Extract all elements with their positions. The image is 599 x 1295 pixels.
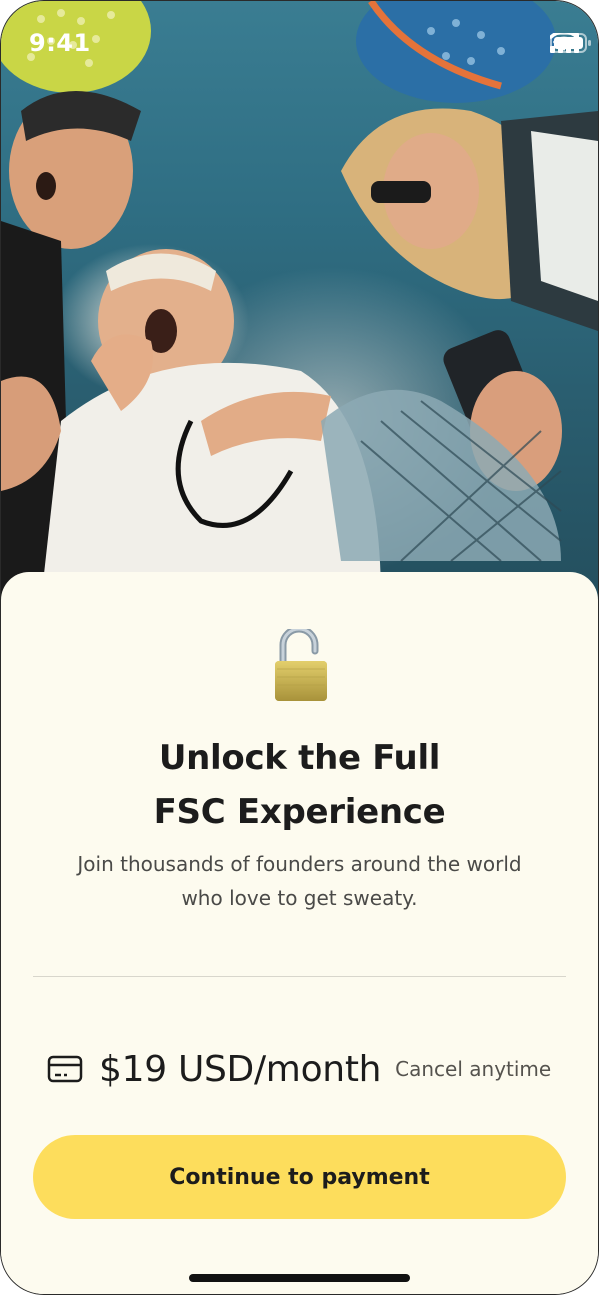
status-time: 9:41 bbox=[29, 29, 91, 57]
status-bar: 9:41 bbox=[1, 1, 598, 87]
hero-photo: 9:41 bbox=[1, 1, 598, 601]
unlocked-padlock-icon bbox=[271, 625, 331, 703]
continue-to-payment-button[interactable]: Continue to payment bbox=[33, 1135, 566, 1219]
paywall-title: Unlock the Full FSC Experience bbox=[1, 731, 598, 839]
title-line-1: Unlock the Full bbox=[158, 738, 441, 778]
price-label: $19 USD/month bbox=[99, 1048, 382, 1090]
home-indicator[interactable] bbox=[189, 1274, 410, 1282]
subtitle-line-2: who love to get sweaty. bbox=[181, 886, 418, 910]
divider bbox=[33, 976, 566, 977]
title-line-2: FSC Experience bbox=[153, 792, 446, 832]
subtitle-line-1: Join thousands of founders around the wo… bbox=[77, 852, 522, 876]
credit-card-icon bbox=[47, 1054, 83, 1084]
phone-frame: 9:41 Unlock the Full FSC Experience Join… bbox=[0, 0, 599, 1295]
price-row: $19 USD/month Cancel anytime bbox=[47, 1041, 567, 1097]
paywall-subtitle: Join thousands of founders around the wo… bbox=[41, 847, 558, 915]
cancel-anytime-note: Cancel anytime bbox=[395, 1057, 552, 1081]
hero-illustration bbox=[1, 1, 598, 601]
